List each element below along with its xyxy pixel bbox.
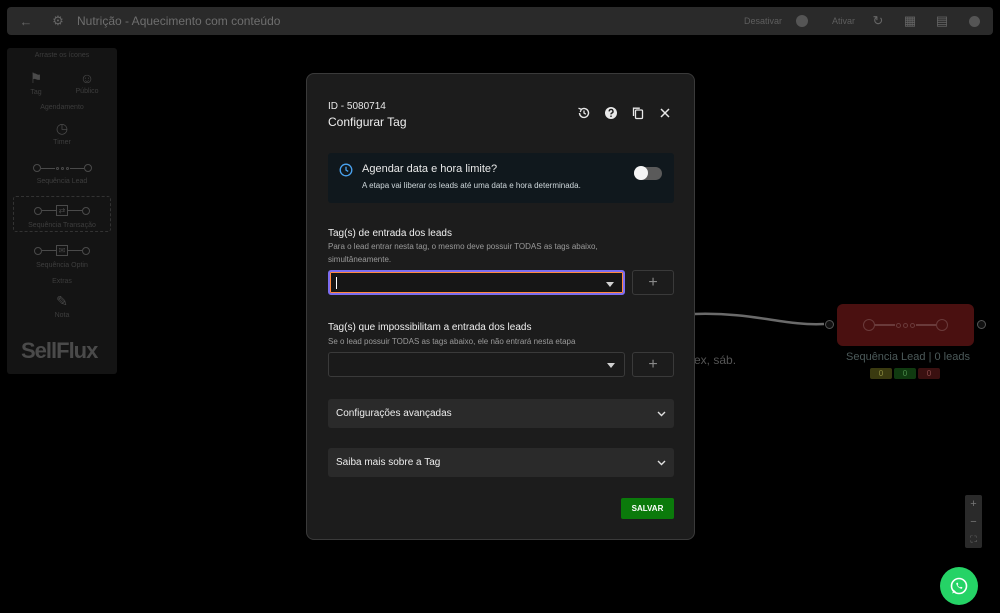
- deactivate-label: Desativar: [743, 16, 782, 26]
- question-icon: [605, 107, 617, 119]
- add-entry-tag-button[interactable]: +: [632, 270, 674, 295]
- text-cursor: [336, 277, 337, 289]
- node-id: ID - 5080714: [328, 101, 386, 112]
- block-tags-description: Se o lead possuir TODAS as tags abaixo, …: [328, 337, 576, 346]
- activate-label[interactable]: Ativar: [832, 16, 855, 26]
- palette-nota-label: Nota: [54, 312, 70, 319]
- palette-section-drag: Arraste os ícones: [34, 52, 90, 59]
- palette-timer[interactable]: ◷ Timer: [37, 120, 87, 146]
- palette-section-extras: Extras: [52, 278, 72, 285]
- whatsapp-button[interactable]: [940, 567, 978, 605]
- sellflux-logo: SellFlux: [21, 338, 98, 363]
- help-icon[interactable]: [965, 12, 983, 30]
- block-tags-select[interactable]: [328, 352, 625, 377]
- deactivate-toggle[interactable]: [795, 15, 808, 27]
- palette-seq-transacao[interactable]: ⇄ Sequência Transação: [7, 205, 117, 229]
- palette-nota[interactable]: ✎ Nota: [37, 293, 87, 319]
- badge-yellow: 0: [870, 368, 892, 379]
- transaction-chain-icon: ⇄: [7, 205, 117, 216]
- sequence-lead-node[interactable]: [837, 304, 974, 346]
- advanced-settings-accordion[interactable]: Configurações avançadas: [328, 399, 674, 428]
- fit-view-button[interactable]: ⛶: [970, 534, 976, 545]
- schedule-toggle[interactable]: [634, 166, 662, 180]
- copy-icon: [632, 107, 644, 120]
- node-input-port[interactable]: [825, 320, 834, 329]
- advanced-settings-label: Configurações avançadas: [336, 408, 452, 419]
- palette-seq-optin[interactable]: ✉ Sequência Optin: [7, 245, 117, 269]
- tag-icon: ⚑: [29, 70, 43, 86]
- zoom-out-button[interactable]: −: [970, 516, 976, 528]
- dropdown-arrow-icon: [607, 363, 615, 368]
- palette-seq-transacao-label: Sequência Transação: [28, 222, 96, 229]
- zoom-controls: + − ⛶: [965, 495, 982, 548]
- edge-label: ex, sáb.: [694, 353, 737, 367]
- optin-chain-icon: ✉: [7, 245, 117, 256]
- book-icon[interactable]: ▤: [933, 12, 951, 30]
- toggle-knob: [634, 166, 648, 180]
- badge-green: 0: [894, 368, 916, 379]
- palette-publico-label: Público: [75, 88, 99, 95]
- chevron-down-icon: [656, 409, 666, 419]
- top-bar: ← ⚙ Nutrição - Aquecimento com conteúdo …: [7, 7, 993, 35]
- dropdown-arrow-icon: [606, 282, 614, 287]
- entry-tags-description: Para o lead entrar nesta tag, o mesmo de…: [328, 242, 598, 264]
- modal-title: Configurar Tag: [328, 115, 407, 129]
- chevron-down-icon: [656, 458, 666, 468]
- add-block-tag-button[interactable]: +: [632, 352, 674, 377]
- modal-actions: [577, 106, 672, 120]
- whatsapp-icon: [950, 577, 968, 595]
- block-tags-title: Tag(s) que impossibilitam a entrada dos …: [328, 322, 532, 333]
- sequence-node-title: Sequência Lead | 0 leads: [846, 351, 970, 363]
- map-icon[interactable]: ▦: [901, 12, 919, 30]
- flow-edge: [694, 312, 825, 326]
- clock-icon: [339, 163, 353, 177]
- palette-timer-label: Timer: [53, 139, 71, 146]
- schedule-limit-panel: Agendar data e hora limite? A etapa vai …: [328, 153, 674, 203]
- sequence-node-badges: 0 0 0: [870, 368, 940, 379]
- palette-tag[interactable]: ⚑ Tag: [21, 70, 51, 96]
- learn-more-accordion[interactable]: Saiba mais sobre a Tag: [328, 448, 674, 477]
- palette-tag-label: Tag: [30, 89, 42, 96]
- sequence-chain-icon: [7, 164, 117, 172]
- history-button[interactable]: [577, 106, 591, 120]
- zoom-in-button[interactable]: +: [970, 498, 976, 510]
- node-output-port[interactable]: [977, 320, 986, 329]
- back-arrow-icon[interactable]: ←: [17, 12, 35, 30]
- flow-title: Nutrição - Aquecimento com conteúdo: [77, 14, 281, 28]
- people-icon: ☺: [79, 70, 95, 86]
- entry-tags-select[interactable]: [328, 270, 625, 295]
- palette-publico[interactable]: ☺ Público: [69, 70, 105, 95]
- palette-seq-lead-label: Sequência Lead: [36, 178, 88, 185]
- help-button[interactable]: [604, 106, 618, 120]
- palette-seq-optin-label: Sequência Optin: [36, 262, 88, 269]
- close-button[interactable]: [658, 106, 672, 120]
- entry-tags-title: Tag(s) de entrada dos leads: [328, 228, 452, 239]
- history-icon: [578, 107, 590, 119]
- alarm-clock-icon: ◷: [55, 120, 69, 136]
- learn-more-label: Saiba mais sobre a Tag: [336, 457, 441, 468]
- palette-section-agendamento: Agendamento: [40, 104, 84, 111]
- note-icon: ✎: [56, 293, 68, 309]
- components-palette: Arraste os ícones ⚑ Tag ☺ Público Agenda…: [7, 48, 117, 374]
- gear-icon[interactable]: ⚙: [49, 12, 67, 30]
- schedule-question: Agendar data e hora limite?: [362, 163, 498, 175]
- duplicate-button[interactable]: [631, 106, 645, 120]
- palette-seq-lead[interactable]: Sequência Lead: [7, 164, 117, 185]
- close-icon: [660, 108, 670, 118]
- badge-red: 0: [918, 368, 940, 379]
- configure-tag-modal: ID - 5080714 Configurar Tag Agendar data…: [306, 73, 695, 540]
- schedule-description: A etapa vai liberar os leads até uma dat…: [362, 181, 581, 190]
- save-button[interactable]: SALVAR: [621, 498, 674, 519]
- refresh-icon[interactable]: ↻: [869, 12, 887, 30]
